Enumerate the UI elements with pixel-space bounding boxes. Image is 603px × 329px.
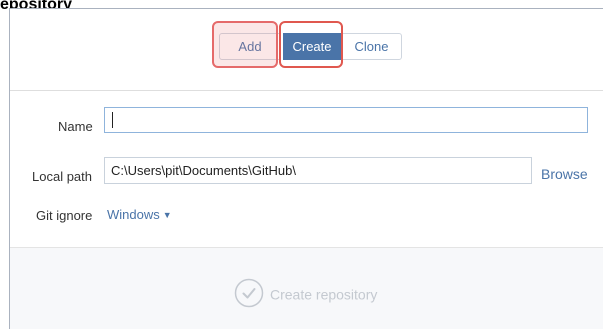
check-circle-icon	[234, 278, 264, 311]
tab-create[interactable]: Create	[283, 33, 341, 60]
footer-bar: Create repository	[10, 247, 603, 329]
tab-clone[interactable]: Clone	[341, 33, 402, 60]
browse-link[interactable]: Browse	[541, 166, 588, 182]
git-ignore-value: Windows	[107, 207, 160, 222]
text-caret	[112, 112, 113, 128]
chevron-down-icon: ▼	[162, 210, 172, 220]
git-ignore-label: Git ignore	[36, 208, 93, 223]
name-input[interactable]	[104, 107, 588, 133]
tab-add[interactable]: Add	[219, 33, 281, 60]
local-path-label: Local path	[32, 169, 92, 184]
git-ignore-dropdown[interactable]: Windows ▼	[107, 207, 172, 222]
mode-toolbar: Add Create Clone	[10, 9, 603, 91]
repository-panel: Add Create Clone Name Local path Browse …	[9, 8, 603, 329]
name-label: Name	[58, 119, 93, 134]
local-path-input[interactable]	[104, 157, 532, 184]
app-window: epository Add Create Clone Name Local pa…	[0, 0, 603, 329]
create-repository-button[interactable]: Create repository	[234, 278, 377, 308]
create-repository-label: Create repository	[270, 286, 378, 303]
